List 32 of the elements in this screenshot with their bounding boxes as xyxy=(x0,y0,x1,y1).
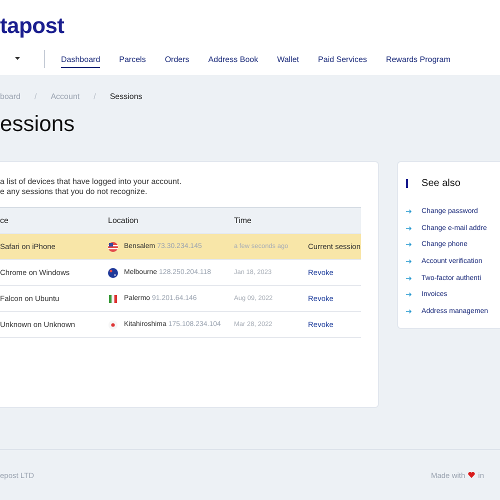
arrow-icon xyxy=(406,308,412,314)
arrow-icon xyxy=(406,276,412,281)
intro-text: e any sessions that you do not recognize. xyxy=(0,187,148,197)
caret-icon[interactable] xyxy=(15,57,20,61)
page-title: essions xyxy=(0,111,76,138)
heart-icon xyxy=(468,472,476,478)
flag-icon xyxy=(108,320,118,330)
flag-icon xyxy=(108,242,118,252)
nav-tab[interactable]: Rewards Program xyxy=(386,50,450,68)
column-header: Location xyxy=(108,216,140,225)
arrow-icon xyxy=(406,258,412,264)
arrow-icon xyxy=(406,208,412,214)
nav-tab[interactable]: Parcels xyxy=(119,50,146,68)
arrow-icon xyxy=(406,242,412,248)
breadcrumb-item: Sessions xyxy=(110,92,142,102)
breadcrumb-separator: / xyxy=(34,92,37,102)
intro-text: a list of devices that have logged into your account. xyxy=(0,177,182,187)
breadcrumb-separator: / xyxy=(94,92,96,102)
see-also-title: See also xyxy=(422,178,460,188)
accent-bar-icon xyxy=(406,178,408,188)
column-header: Time xyxy=(234,216,252,225)
nav-tab[interactable]: Orders xyxy=(164,50,190,68)
logo-text: tapost xyxy=(0,12,66,40)
nav-tab[interactable]: Paid Services xyxy=(318,50,367,68)
nav-tab[interactable]: Wallet xyxy=(277,50,300,68)
nav-tab[interactable]: Address Book xyxy=(208,50,258,68)
arrow-icon xyxy=(406,292,412,298)
nav-tab[interactable]: Dashboard xyxy=(61,50,100,68)
flag-icon xyxy=(108,268,118,278)
column-header: ce xyxy=(0,216,10,225)
flag-icon xyxy=(108,294,118,304)
arrow-icon xyxy=(406,226,412,231)
